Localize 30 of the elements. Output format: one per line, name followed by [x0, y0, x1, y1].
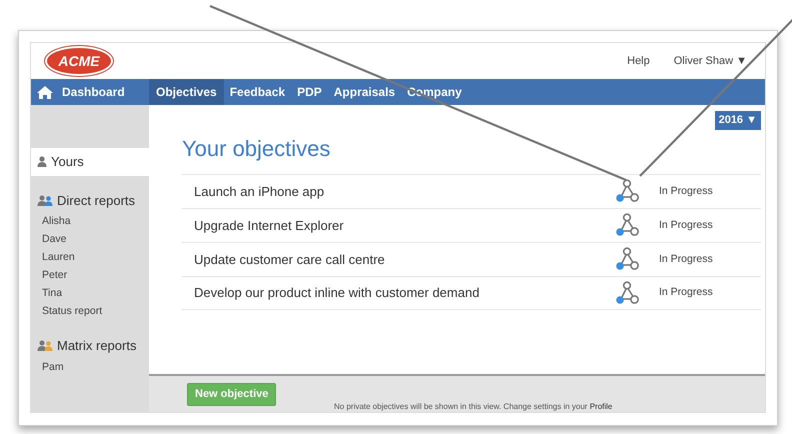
footer-note: No private objectives will be shown in this view. Change settings in your Profile — [334, 401, 612, 413]
status-text: In Progress — [659, 184, 714, 199]
sidebar-link[interactable]: Tina — [31, 285, 149, 303]
help-link[interactable]: Help — [627, 52, 650, 70]
sidebar-link[interactable]: Alisha — [31, 213, 149, 231]
dashboard-link[interactable]: Dashboard — [31, 79, 149, 105]
acme-logo: ACME — [45, 46, 113, 76]
status-text: In Progress — [659, 218, 714, 233]
objective-title[interactable]: Upgrade Internet Explorer — [182, 216, 615, 236]
profile-link[interactable]: Profile — [590, 402, 612, 411]
nav-tab[interactable]: Appraisals — [328, 79, 402, 105]
sidebar-link[interactable]: Peter — [31, 267, 149, 285]
page-title: Your objectives — [182, 136, 332, 162]
user-menu[interactable]: Oliver Shaw ▼ — [674, 52, 747, 70]
status-text: In Progress — [659, 252, 714, 267]
objective-title[interactable]: Develop our product inline with customer demand — [182, 283, 615, 303]
status-text: In Progress — [659, 285, 714, 300]
nav-tab[interactable]: PDP — [291, 79, 328, 105]
nav-tab[interactable]: Feedback — [224, 79, 292, 105]
nav-tab[interactable]: Objectives — [149, 79, 224, 105]
sidebar-item[interactable]: Yours — [31, 148, 149, 176]
sidebar-link[interactable]: Lauren — [31, 249, 149, 267]
sidebar-item[interactable]: Direct reports — [31, 188, 149, 213]
sidebar-link[interactable]: Pam — [31, 358, 149, 376]
sidebar-item[interactable]: Matrix reports — [31, 333, 149, 358]
sidebar-link[interactable]: Dave — [31, 231, 149, 249]
year-dropdown[interactable]: 2016 ▼ — [714, 111, 761, 130]
objective-title[interactable]: Launch an iPhone app — [182, 182, 615, 202]
objective-title[interactable]: Update customer care call centre — [182, 250, 615, 270]
sidebar-link[interactable]: Status report — [31, 303, 149, 321]
